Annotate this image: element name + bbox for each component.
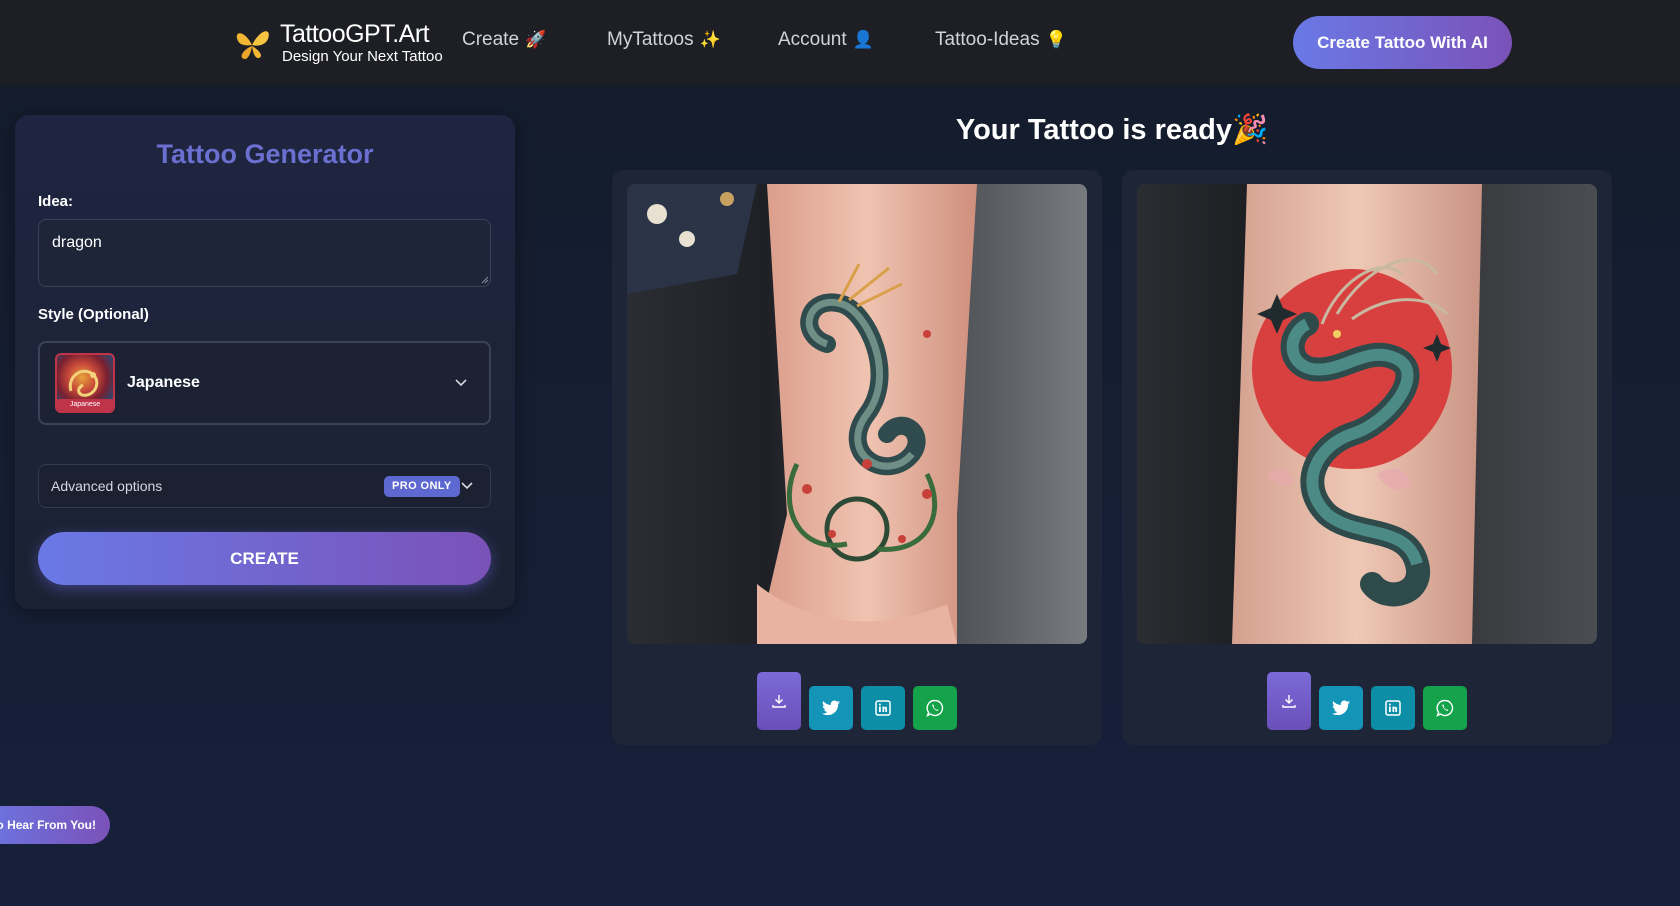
dragon-tattoo-image-icon [1137, 184, 1597, 644]
download-button[interactable] [1267, 672, 1311, 730]
share-twitter-button[interactable] [1319, 686, 1363, 730]
idea-label: Idea: [38, 193, 74, 210]
nav-link-label: Account [778, 29, 847, 50]
linkedin-icon [1385, 700, 1401, 716]
twitter-icon [1332, 700, 1350, 716]
rocket-icon: 🚀 [525, 30, 547, 49]
japanese-style-thumbnail: Japanese [55, 353, 115, 413]
style-thumb-caption: Japanese [57, 399, 113, 411]
advanced-options-toggle[interactable]: Advanced options PRO ONLY [38, 464, 491, 508]
pro-only-badge: PRO ONLY [384, 476, 460, 497]
whatsapp-icon [926, 699, 944, 717]
result-card [1122, 170, 1612, 745]
chevron-down-icon [455, 379, 467, 387]
results-title: Your Tattoo is ready🎉 [955, 114, 1269, 146]
panel-title: Tattoo Generator [156, 139, 374, 169]
create-button[interactable]: CREATE [38, 532, 491, 585]
nav-link-create[interactable]: Create 🚀 [462, 29, 546, 51]
feedback-button[interactable]: o Hear From You! [0, 806, 110, 844]
nav-link-label: Tattoo-Ideas [935, 29, 1040, 50]
nav-link-label: MyTattoos [607, 29, 694, 50]
nav-link-mytattoos[interactable]: MyTattoos ✨ [607, 29, 721, 51]
share-actions [757, 672, 965, 730]
style-value: Japanese [127, 374, 200, 391]
advanced-options-label: Advanced options [51, 478, 163, 494]
create-tattoo-with-ai-button[interactable]: Create Tattoo With AI [1293, 16, 1512, 69]
share-linkedin-button[interactable] [1371, 686, 1415, 730]
share-actions [1267, 672, 1475, 730]
user-icon: 👤 [852, 30, 874, 49]
top-nav: TattooGPT.Art Design Your Next Tattoo Cr… [0, 0, 1680, 85]
result-card [612, 170, 1102, 745]
download-button[interactable] [757, 672, 801, 730]
twitter-icon [822, 700, 840, 716]
chevron-down-icon [461, 482, 473, 490]
share-whatsapp-button[interactable] [913, 686, 957, 730]
nav-link-tattoo-ideas[interactable]: Tattoo-Ideas 💡 [935, 29, 1067, 51]
download-icon [1282, 695, 1296, 708]
whatsapp-icon [1436, 699, 1454, 717]
lightbulb-icon: 💡 [1045, 30, 1067, 49]
share-twitter-button[interactable] [809, 686, 853, 730]
download-icon [772, 695, 786, 708]
tattoo-result-image[interactable] [627, 184, 1087, 644]
sparkles-icon: ✨ [699, 30, 721, 49]
style-label: Style (Optional) [38, 306, 149, 323]
brand-name: TattooGPT.Art [280, 20, 430, 48]
idea-input[interactable] [38, 219, 491, 287]
butterfly-logo-icon [236, 30, 269, 59]
linkedin-icon [875, 700, 891, 716]
nav-link-account[interactable]: Account 👤 [778, 29, 874, 51]
share-linkedin-button[interactable] [861, 686, 905, 730]
resize-grip-icon[interactable] [481, 276, 489, 284]
tattoo-result-image[interactable] [1137, 184, 1597, 644]
nav-link-label: Create [462, 29, 520, 50]
dragon-tattoo-image-icon [627, 184, 1087, 644]
share-whatsapp-button[interactable] [1423, 686, 1467, 730]
style-select[interactable]: Japanese Japanese [38, 341, 491, 425]
brand[interactable]: TattooGPT.Art Design Your Next Tattoo [230, 20, 443, 65]
tattoo-generator-panel: Tattoo Generator Idea: Style (Optional) … [15, 115, 515, 609]
brand-tagline: Design Your Next Tattoo [282, 48, 443, 65]
